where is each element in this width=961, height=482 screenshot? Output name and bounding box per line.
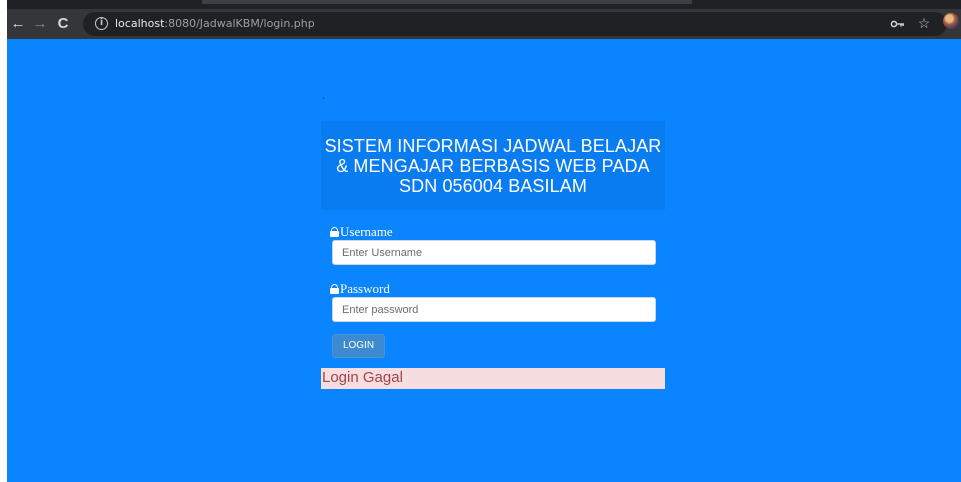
url-path: :8080/JadwalKBM/login.php bbox=[164, 17, 315, 30]
address-bar[interactable]: i localhost:8080/JadwalKBM/login.php ☆ bbox=[83, 12, 947, 36]
username-label: Username bbox=[330, 224, 393, 240]
username-input[interactable] bbox=[332, 240, 656, 265]
key-icon-graphic bbox=[890, 20, 904, 28]
password-label-text: Password bbox=[340, 281, 390, 296]
lock-icon bbox=[330, 227, 339, 237]
browser-toolbar: ← → C i localhost:8080/JadwalKBM/login.p… bbox=[7, 9, 961, 39]
arrow-right-icon[interactable]: → bbox=[31, 13, 49, 35]
login-error-alert: Login Gagal bbox=[321, 368, 665, 389]
url-text[interactable]: localhost:8080/JadwalKBM/login.php bbox=[115, 17, 315, 31]
browser-window: ← → C i localhost:8080/JadwalKBM/login.p… bbox=[7, 0, 961, 482]
username-label-text: Username bbox=[340, 224, 393, 239]
reload-icon[interactable]: C bbox=[54, 13, 72, 35]
arrow-left-icon[interactable]: ← bbox=[9, 13, 27, 35]
title-panel: SISTEM INFORMASI JADWAL BELAJAR & MENGAJ… bbox=[321, 121, 665, 210]
lock-icon bbox=[330, 284, 339, 294]
password-label: Password bbox=[330, 281, 390, 297]
page-viewport: ` SISTEM INFORMASI JADWAL BELAJAR & MENG… bbox=[7, 39, 961, 482]
tab-strip bbox=[7, 0, 961, 9]
key-icon[interactable] bbox=[890, 16, 906, 32]
url-host: localhost bbox=[115, 17, 165, 30]
login-button[interactable]: LOGIN bbox=[332, 334, 385, 358]
password-input[interactable] bbox=[332, 297, 656, 322]
stray-mark: ` bbox=[322, 97, 326, 108]
star-icon[interactable]: ☆ bbox=[916, 15, 932, 31]
info-icon[interactable]: i bbox=[95, 17, 108, 30]
avatar[interactable] bbox=[943, 13, 959, 29]
active-tab[interactable] bbox=[202, 0, 692, 4]
page-title: SISTEM INFORMASI JADWAL BELAJAR & MENGAJ… bbox=[324, 136, 662, 196]
